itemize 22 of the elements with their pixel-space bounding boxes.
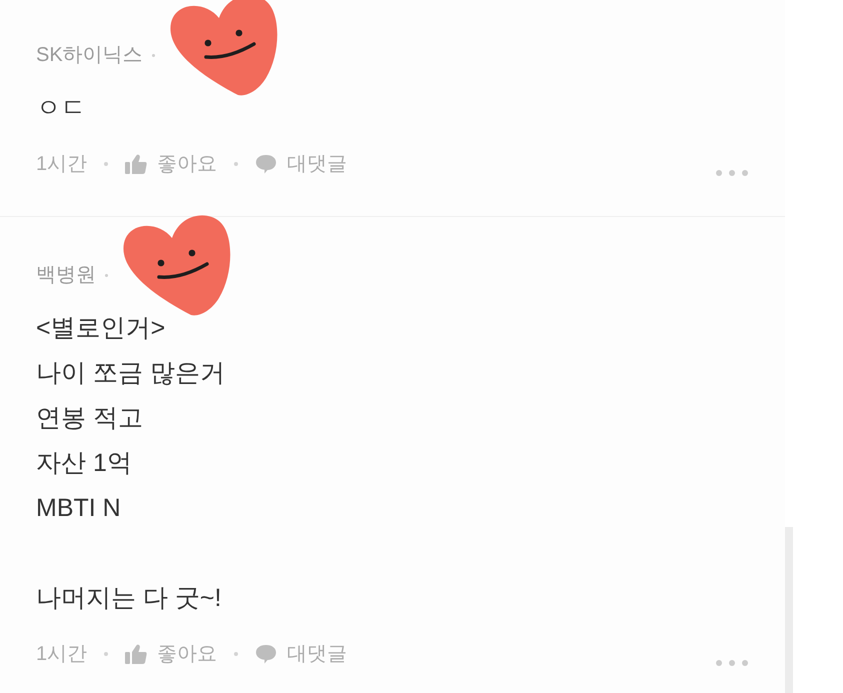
more-options-icon[interactable] bbox=[716, 660, 748, 666]
like-button[interactable]: 좋아요 bbox=[125, 639, 218, 669]
separator-dot-icon bbox=[152, 54, 155, 56]
separator-dot-icon bbox=[104, 162, 108, 166]
more-options-icon[interactable] bbox=[716, 170, 748, 176]
separator-dot-icon bbox=[234, 162, 238, 166]
separator-dot-icon bbox=[104, 652, 108, 656]
reply-button[interactable]: 대댓글 bbox=[255, 639, 348, 669]
speech-bubble-icon bbox=[255, 154, 278, 174]
timestamp: 1시간 bbox=[36, 642, 88, 667]
author-name[interactable]: SK하이닉스 bbox=[36, 40, 143, 70]
speech-bubble-icon bbox=[255, 644, 278, 664]
thumbs-up-icon bbox=[125, 644, 148, 664]
separator-dot-icon bbox=[234, 652, 238, 656]
timestamp: 1시간 bbox=[36, 152, 88, 177]
comment-text: <별로인거> 나이 쪼금 많은거 연봉 적고 자산 1억 MBTI N 나머지는 다 굿~! bbox=[36, 313, 226, 614]
thumbs-up-icon bbox=[125, 154, 148, 174]
like-button[interactable]: 좋아요 bbox=[125, 149, 218, 179]
reply-button[interactable]: 대댓글 bbox=[255, 149, 348, 179]
comment-text: ㅇㄷ bbox=[36, 93, 87, 124]
author-name[interactable]: 백병원 bbox=[36, 260, 96, 290]
separator-dot-icon bbox=[105, 274, 108, 276]
